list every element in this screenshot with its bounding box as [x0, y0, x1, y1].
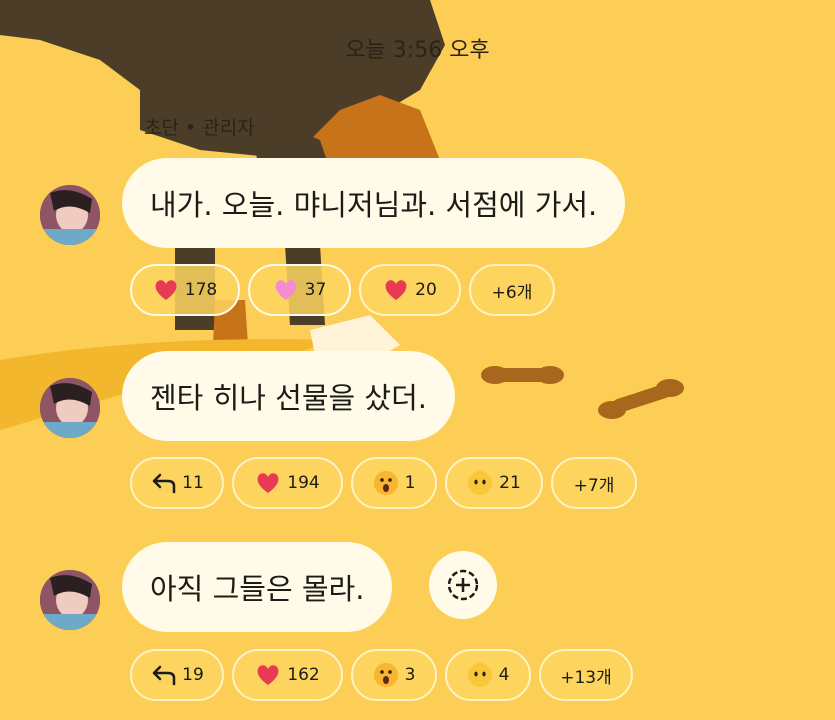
- message-bubble[interactable]: 내가. 오늘. 먀니저님과. 서점에 가서.: [122, 158, 626, 248]
- add-reaction-icon: [447, 569, 479, 601]
- reply-count: 19: [182, 665, 204, 685]
- more-reactions-chip[interactable]: +13개: [539, 649, 633, 701]
- message-text: 젠타 히나 선물을 샀더.: [150, 381, 427, 415]
- message-bubble[interactable]: 아직 그들은 몰라.: [122, 542, 393, 632]
- more-reactions-chip[interactable]: +7개: [551, 457, 637, 509]
- reaction-count: +7개: [573, 475, 615, 496]
- timestamp: 오늘 3:56 오후: [345, 38, 490, 63]
- reaction-chip[interactable]: 37: [248, 264, 351, 316]
- reaction-count: 4: [498, 665, 510, 685]
- reply-arrow-icon: [152, 665, 176, 686]
- add-reaction-button[interactable]: [429, 551, 497, 619]
- reaction-chip[interactable]: 178: [130, 264, 240, 316]
- reaction-chip[interactable]: 21: [445, 457, 543, 509]
- reply-chip[interactable]: 11: [130, 457, 224, 509]
- blank-face-icon: [467, 663, 492, 687]
- reaction-chip[interactable]: 162: [232, 649, 343, 701]
- message-bubble[interactable]: 젠타 히나 선물을 샀더.: [122, 351, 455, 441]
- reaction-count: 37: [304, 280, 327, 300]
- message-text: 내가. 오늘. 먀니저님과. 서점에 가서.: [150, 188, 598, 222]
- reaction-row: 178 37 20 +6개: [130, 264, 555, 316]
- reaction-count: 162: [287, 665, 320, 685]
- reply-arrow-icon: [152, 473, 176, 494]
- reaction-chip[interactable]: 20: [359, 264, 461, 316]
- reaction-count: 3: [404, 665, 416, 685]
- red-heart-icon: [257, 473, 279, 493]
- reaction-row: 19 162 3 4 +13개: [130, 649, 633, 701]
- pink-heart-icon: [275, 280, 297, 300]
- reply-chip[interactable]: 19: [130, 649, 224, 701]
- red-heart-icon: [257, 665, 279, 685]
- reaction-chip[interactable]: 3: [351, 649, 437, 701]
- reaction-row: 11 194 1 21 +7개: [130, 457, 637, 509]
- surprised-face-icon: [373, 663, 398, 687]
- reaction-count: +13개: [560, 667, 612, 688]
- blank-face-icon: [468, 471, 493, 495]
- reaction-chip[interactable]: 194: [232, 457, 343, 509]
- reaction-count: +6개: [491, 282, 533, 303]
- avatar[interactable]: [40, 378, 100, 438]
- surprised-face-icon: [373, 471, 398, 495]
- reaction-count: 178: [184, 280, 218, 300]
- message-text: 아직 그들은 몰라.: [150, 572, 365, 606]
- avatar[interactable]: [40, 185, 100, 245]
- sender-name: 초단 • 관리자: [144, 117, 255, 139]
- red-heart-icon: [155, 280, 177, 300]
- reaction-count: 21: [499, 473, 521, 493]
- more-reactions-chip[interactable]: +6개: [469, 264, 555, 316]
- reaction-chip[interactable]: 4: [445, 649, 531, 701]
- red-heart-icon: [385, 280, 407, 300]
- reaction-count: 194: [287, 473, 320, 493]
- reaction-count: 20: [415, 280, 437, 300]
- avatar[interactable]: [40, 570, 100, 630]
- reaction-count: 1: [404, 473, 416, 493]
- reaction-chip[interactable]: 1: [351, 457, 437, 509]
- reply-count: 11: [182, 473, 204, 493]
